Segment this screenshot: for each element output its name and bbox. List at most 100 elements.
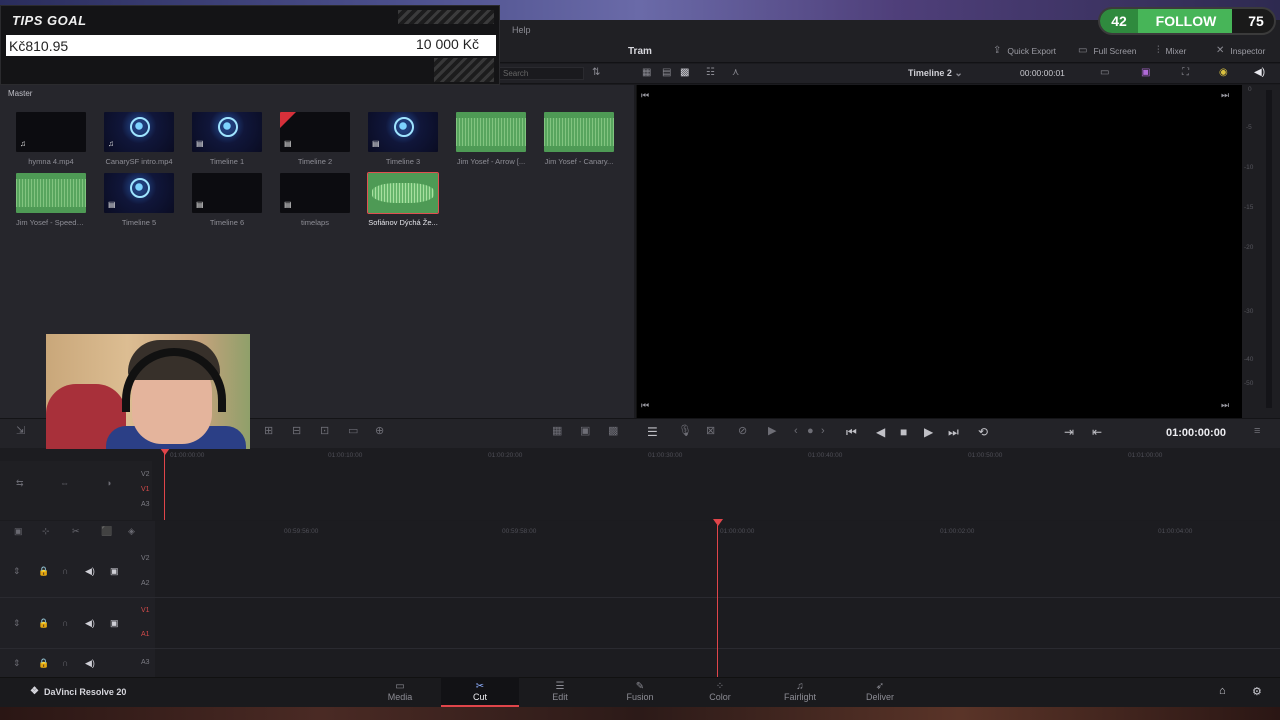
- fast-review-icon[interactable]: ▶: [768, 426, 776, 437]
- clip-timeline-2[interactable]: ▤ Timeline 2: [280, 112, 352, 166]
- headphones-icon[interactable]: ∩: [62, 566, 68, 576]
- speaker-icon[interactable]: ◀): [85, 566, 95, 577]
- timeline-view-icon[interactable]: ▩: [608, 426, 618, 437]
- view-grid-icon[interactable]: ▩: [680, 68, 689, 78]
- lower-playhead[interactable]: [717, 525, 718, 677]
- sort-icon[interactable]: ⇅: [592, 68, 600, 78]
- menu-help[interactable]: Help: [512, 25, 531, 35]
- tips-goal-target: 10 000 Kč: [416, 36, 480, 52]
- lower-playhead-handle[interactable]: [713, 519, 723, 526]
- clip-timeline-1[interactable]: ▤ Timeline 1: [192, 112, 264, 166]
- speaker-icon[interactable]: ◀): [1254, 68, 1265, 78]
- go-to-start-icon[interactable]: ⏮: [846, 426, 857, 438]
- loop-icon[interactable]: ⟲: [978, 426, 988, 438]
- blade-split-icon[interactable]: ⊹: [42, 526, 50, 537]
- clip-timeline-3[interactable]: ▤ Timeline 3: [368, 112, 440, 166]
- track-height-icon[interactable]: ⇕: [13, 658, 21, 669]
- source-overwrite-icon[interactable]: ▦: [552, 426, 562, 437]
- clip-tool-icon[interactable]: ⇲: [16, 426, 25, 437]
- view-thumbnail-icon[interactable]: ▦: [642, 68, 651, 78]
- upper-playhead-handle[interactable]: [160, 448, 170, 455]
- gear-icon[interactable]: ⚙: [1252, 685, 1262, 698]
- smooth-cut-icon[interactable]: ⊠: [706, 426, 715, 437]
- headphones-icon[interactable]: ∩: [62, 618, 68, 628]
- page-tab-edit[interactable]: ☰ Edit: [521, 677, 599, 707]
- clip-timeline-5[interactable]: ▤ Timeline 5: [104, 173, 176, 227]
- page-tab-fairlight[interactable]: ♫ Fairlight: [761, 677, 839, 707]
- clip-hymna[interactable]: ♫ hymna 4.mp4: [16, 112, 88, 166]
- snap-icon[interactable]: ◑: [106, 478, 111, 488]
- home-icon[interactable]: ⌂: [1219, 685, 1226, 697]
- zoom-timeline-icon[interactable]: ⇆: [16, 478, 24, 489]
- mark-in-icon[interactable]: ⇥: [1064, 426, 1074, 438]
- more-options-icon[interactable]: ≡: [1254, 426, 1260, 437]
- lock-icon[interactable]: 🔒: [38, 566, 49, 577]
- page-tab-media[interactable]: ▭ Media: [361, 677, 439, 707]
- track-height-icon[interactable]: ⇕: [13, 566, 21, 577]
- viewer[interactable]: [636, 85, 1242, 418]
- audio-waveform-thumbnail: [456, 112, 526, 152]
- view-strip-icon[interactable]: ▤: [662, 68, 671, 78]
- flag-icon[interactable]: ◈: [128, 526, 135, 537]
- full-screen-button[interactable]: ▭ Full Screen: [1078, 46, 1136, 57]
- track-label: V1: [141, 486, 150, 493]
- clip-timeline-6[interactable]: ▤ Timeline 6: [192, 173, 264, 227]
- timeline-options-icon[interactable]: ▣: [14, 526, 23, 537]
- lock-icon[interactable]: 🔒: [38, 658, 49, 669]
- upper-playhead[interactable]: [164, 452, 165, 520]
- clip-canarysf-intro[interactable]: ♫ CanarySF intro.mp4: [104, 112, 176, 166]
- track-enable-icon[interactable]: ▣: [110, 618, 119, 629]
- marker-dot-icon[interactable]: ●: [807, 426, 814, 437]
- speaker-icon[interactable]: ◀): [85, 618, 95, 629]
- speaker-icon[interactable]: ◀): [85, 658, 95, 669]
- view-list-icon[interactable]: ☷: [706, 68, 715, 78]
- lock-icon[interactable]: 🔒: [38, 618, 49, 629]
- stop-icon[interactable]: ■: [900, 426, 907, 438]
- clip-jim-yosef-speed[interactable]: Jim Yosef - Speed [...: [16, 173, 88, 227]
- play-reverse-icon[interactable]: ◀: [876, 426, 885, 438]
- color-page-icon: ⁘: [715, 681, 725, 692]
- track-height-icon[interactable]: ⇕: [13, 618, 21, 629]
- clip-jim-yosef-canary[interactable]: Jim Yosef - Canary...: [544, 112, 616, 166]
- mixer-icon: ⫶: [1157, 45, 1160, 56]
- timeline-select[interactable]: Timeline 2 ⌄: [908, 68, 963, 79]
- go-to-end-icon[interactable]: ⏭: [948, 426, 959, 438]
- next-edit-icon[interactable]: ›: [821, 426, 825, 437]
- clip-sofianov[interactable]: Sofiánov Dýchá Že...: [367, 172, 440, 227]
- ruler-tick: 01:00:20:00: [488, 452, 523, 459]
- marker-icon[interactable]: ⬛: [101, 526, 112, 537]
- quick-export-button[interactable]: ⇪ Quick Export: [993, 46, 1056, 57]
- clip-timelaps[interactable]: ▤ timelaps: [280, 173, 352, 227]
- search-input[interactable]: Search: [498, 67, 584, 80]
- transform-icon[interactable]: ⛶: [1182, 68, 1189, 78]
- clip-jim-yosef-arrow[interactable]: Jim Yosef - Arrow [...: [456, 112, 528, 166]
- color-icon[interactable]: ◉: [1219, 68, 1228, 78]
- monitor-icon[interactable]: ▣: [1141, 68, 1150, 78]
- split-clip-icon[interactable]: ⊘: [738, 426, 747, 437]
- inspector-button[interactable]: ✕ Inspector: [1216, 46, 1265, 57]
- sync-icon[interactable]: ⋏: [732, 68, 739, 78]
- mixer-button[interactable]: ⫶ Mixer: [1157, 45, 1186, 57]
- page-tab-fusion[interactable]: ✎ Fusion: [601, 677, 679, 707]
- smart-insert-icon[interactable]: ⊞: [264, 426, 273, 437]
- page-tab-deliver[interactable]: ➶ Deliver: [841, 677, 919, 707]
- mark-out-icon[interactable]: ⇤: [1092, 426, 1102, 438]
- ripple-overwrite-icon[interactable]: ⊡: [320, 426, 329, 437]
- db-label: -15: [1244, 204, 1254, 211]
- trim-icon[interactable]: ⇔: [60, 478, 69, 488]
- track-enable-icon[interactable]: ▣: [110, 566, 119, 577]
- safe-area-icon[interactable]: ▭: [1100, 68, 1109, 78]
- append-icon[interactable]: ⊟: [292, 426, 301, 437]
- source-tape-icon[interactable]: ▣: [580, 426, 590, 437]
- prev-edit-icon[interactable]: ‹: [794, 426, 798, 437]
- razor-icon[interactable]: ✂: [72, 526, 80, 537]
- voiceover-mic-icon[interactable]: 🎙: [678, 426, 692, 437]
- headphones-icon[interactable]: ∩: [62, 658, 68, 668]
- play-icon[interactable]: ▶: [924, 426, 933, 438]
- lower-timeline-header: [0, 541, 155, 677]
- place-on-top-icon[interactable]: ⊕: [375, 426, 384, 437]
- page-tab-cut[interactable]: ✂ Cut: [441, 677, 519, 707]
- page-tab-color[interactable]: ⁘ Color: [681, 677, 759, 707]
- close-up-icon[interactable]: ▭: [348, 426, 358, 437]
- settings-sliders-icon[interactable]: ☰: [647, 426, 658, 438]
